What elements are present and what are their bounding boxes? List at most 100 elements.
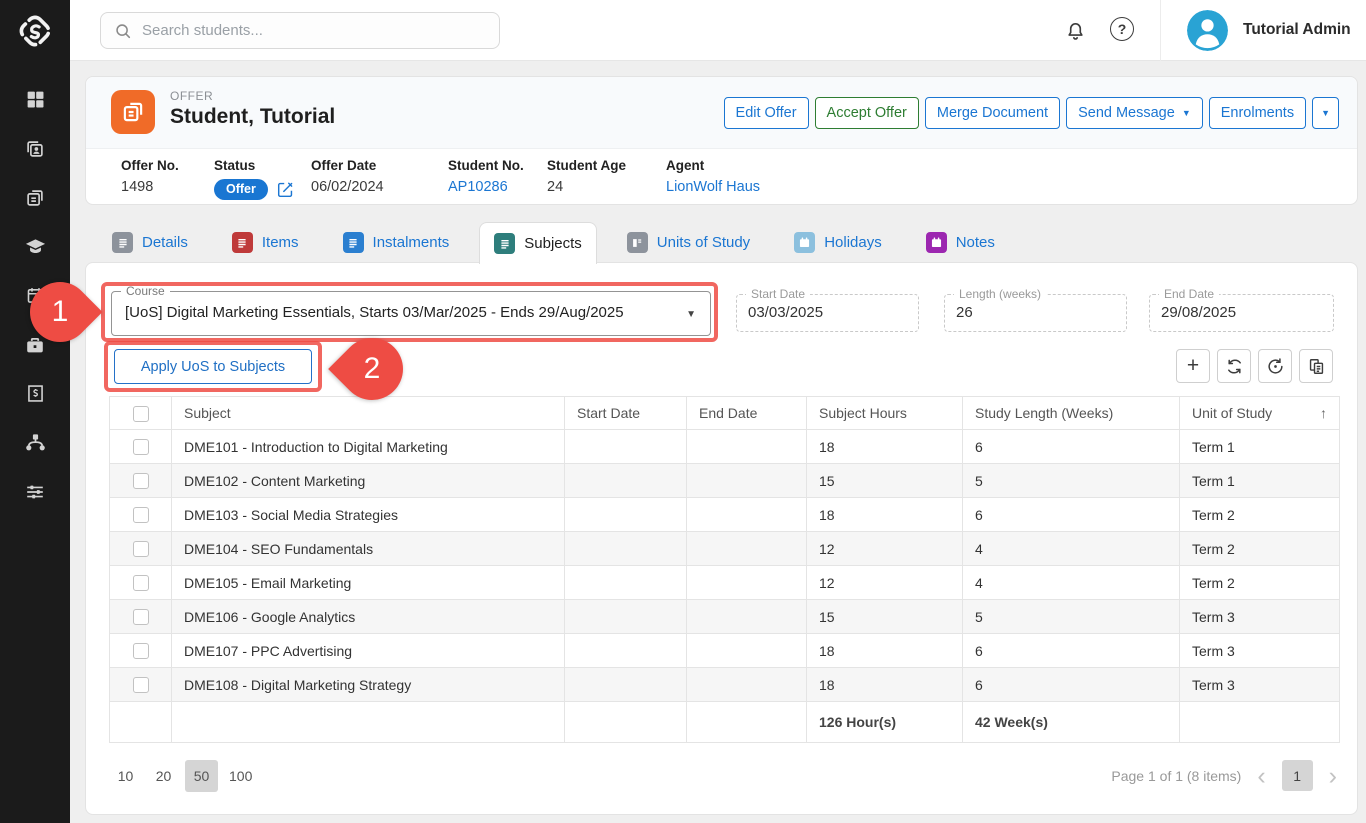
avatar[interactable] — [1187, 10, 1228, 51]
sidebar-item-placements[interactable] — [0, 320, 70, 369]
column-header-subject-hours[interactable]: Subject Hours — [807, 397, 963, 430]
instalments-tab-icon — [343, 232, 364, 253]
holidays-tab-icon — [794, 232, 815, 253]
sidebar-item-calendar[interactable] — [0, 271, 70, 320]
page-number-button[interactable]: 1 — [1282, 760, 1313, 791]
briefcase-icon — [24, 334, 46, 356]
next-page-icon[interactable]: › — [1327, 762, 1339, 790]
table-row[interactable]: DME108 - Digital Marketing Strategy 18 6… — [110, 668, 1340, 702]
offer-date-field: Offer Date 06/02/2024 — [311, 158, 384, 195]
row-checkbox[interactable] — [133, 541, 149, 557]
app-logo[interactable] — [0, 0, 70, 61]
table-row[interactable]: DME102 - Content Marketing 15 5 Term 1 — [110, 464, 1340, 498]
cell-weeks: 6 — [963, 430, 1180, 464]
offer-header-card: OFFER Student, Tutorial Edit Offer Accep… — [85, 76, 1358, 205]
column-header-start-date[interactable]: Start Date — [565, 397, 687, 430]
chevron-down-icon: ▼ — [686, 309, 696, 320]
student-no-link[interactable]: AP10286 — [448, 179, 524, 195]
send-message-button[interactable]: Send Message▼ — [1066, 97, 1203, 129]
logo-icon — [16, 12, 54, 50]
enrolments-button[interactable]: Enrolments — [1209, 97, 1306, 129]
table-row[interactable]: DME106 - Google Analytics 15 5 Term 3 — [110, 600, 1340, 634]
row-checkbox[interactable] — [133, 575, 149, 591]
tab-notes[interactable]: Notes — [912, 222, 1009, 263]
copy-icon — [1307, 357, 1326, 376]
user-name[interactable]: Tutorial Admin — [1243, 21, 1351, 39]
page-size-10[interactable]: 10 — [109, 760, 142, 792]
cell-start-date — [565, 532, 687, 566]
sidebar-item-courses[interactable] — [0, 222, 70, 271]
table-row[interactable]: DME103 - Social Media Strategies 18 6 Te… — [110, 498, 1340, 532]
row-checkbox[interactable] — [133, 677, 149, 693]
table-row[interactable]: DME105 - Email Marketing 12 4 Term 2 — [110, 566, 1340, 600]
row-checkbox[interactable] — [133, 473, 149, 489]
cell-weeks: 6 — [963, 498, 1180, 532]
column-header-study-length[interactable]: Study Length (Weeks) — [963, 397, 1180, 430]
history-icon — [1266, 357, 1285, 376]
agent-link[interactable]: LionWolf Haus — [666, 179, 760, 195]
tab-holidays-label: Holidays — [824, 234, 882, 251]
status-field: Status Offer — [214, 158, 294, 200]
cell-weeks: 6 — [963, 668, 1180, 702]
refresh-button[interactable] — [1217, 349, 1251, 383]
accept-offer-button[interactable]: Accept Offer — [815, 97, 919, 129]
column-header-end-date[interactable]: End Date — [687, 397, 807, 430]
row-checkbox[interactable] — [133, 439, 149, 455]
graduation-cap-icon — [24, 235, 47, 258]
tab-details[interactable]: Details — [98, 222, 202, 263]
apply-uos-to-subjects-button[interactable]: Apply UoS to Subjects — [114, 349, 312, 384]
row-checkbox[interactable] — [133, 643, 149, 659]
course-select-value: [UoS] Digital Marketing Essentials, Star… — [125, 304, 680, 321]
course-select[interactable]: Course [UoS] Digital Marketing Essential… — [111, 291, 711, 336]
notifications-button[interactable] — [1062, 18, 1088, 44]
row-checkbox[interactable] — [133, 507, 149, 523]
tab-items[interactable]: Items — [218, 222, 313, 263]
tab-subjects[interactable]: Subjects — [479, 222, 597, 264]
page-size-20[interactable]: 20 — [147, 760, 180, 792]
page-size-100[interactable]: 100 — [223, 760, 258, 792]
column-header-unit-of-study[interactable]: Unit of Study ↑ — [1180, 397, 1340, 430]
plus-icon: + — [1187, 354, 1199, 378]
sidebar-item-dashboard[interactable] — [0, 75, 70, 124]
calendar-icon — [25, 285, 46, 306]
cell-hours: 18 — [807, 430, 963, 464]
tab-instalments[interactable]: Instalments — [329, 222, 464, 263]
sidebar-item-agents[interactable] — [0, 418, 70, 467]
table-row[interactable]: DME101 - Introduction to Digital Marketi… — [110, 430, 1340, 464]
previous-page-icon[interactable]: ‹ — [1255, 762, 1267, 790]
help-button[interactable]: ? — [1110, 17, 1134, 41]
sidebar-item-offers[interactable] — [0, 173, 70, 222]
cell-unit: Term 3 — [1180, 634, 1340, 668]
search-box[interactable] — [100, 12, 500, 49]
sidebar-item-settings[interactable] — [0, 467, 70, 516]
more-actions-button[interactable]: ▼ — [1312, 97, 1339, 129]
edit-status-icon[interactable] — [277, 181, 294, 198]
merge-document-button[interactable]: Merge Document — [925, 97, 1060, 129]
cell-start-date — [565, 566, 687, 600]
page-size-50[interactable]: 50 — [185, 760, 218, 792]
table-row[interactable]: DME104 - SEO Fundamentals 12 4 Term 2 — [110, 532, 1340, 566]
copy-grid-button[interactable] — [1299, 349, 1333, 383]
column-header-subject[interactable]: Subject — [172, 397, 565, 430]
cell-start-date — [565, 600, 687, 634]
tab-details-label: Details — [142, 234, 188, 251]
cell-unit: Term 1 — [1180, 464, 1340, 498]
add-row-button[interactable]: + — [1176, 349, 1210, 383]
edit-offer-button[interactable]: Edit Offer — [724, 97, 809, 129]
tab-holidays[interactable]: Holidays — [780, 222, 896, 263]
history-button[interactable] — [1258, 349, 1292, 383]
select-all-checkbox[interactable] — [133, 406, 149, 422]
tab-units-of-study[interactable]: Units of Study — [613, 222, 764, 263]
cell-unit: Term 1 — [1180, 430, 1340, 464]
search-input[interactable] — [142, 22, 472, 39]
total-weeks: 42 Week(s) — [963, 702, 1180, 743]
cell-hours: 15 — [807, 600, 963, 634]
sidebar-item-students[interactable] — [0, 124, 70, 173]
row-checkbox[interactable] — [133, 609, 149, 625]
table-row[interactable]: DME107 - PPC Advertising 18 6 Term 3 — [110, 634, 1340, 668]
send-message-label: Send Message — [1078, 105, 1175, 121]
cell-hours: 18 — [807, 668, 963, 702]
cell-end-date — [687, 668, 807, 702]
sidebar-item-finance[interactable] — [0, 369, 70, 418]
topbar-divider — [1160, 0, 1161, 61]
